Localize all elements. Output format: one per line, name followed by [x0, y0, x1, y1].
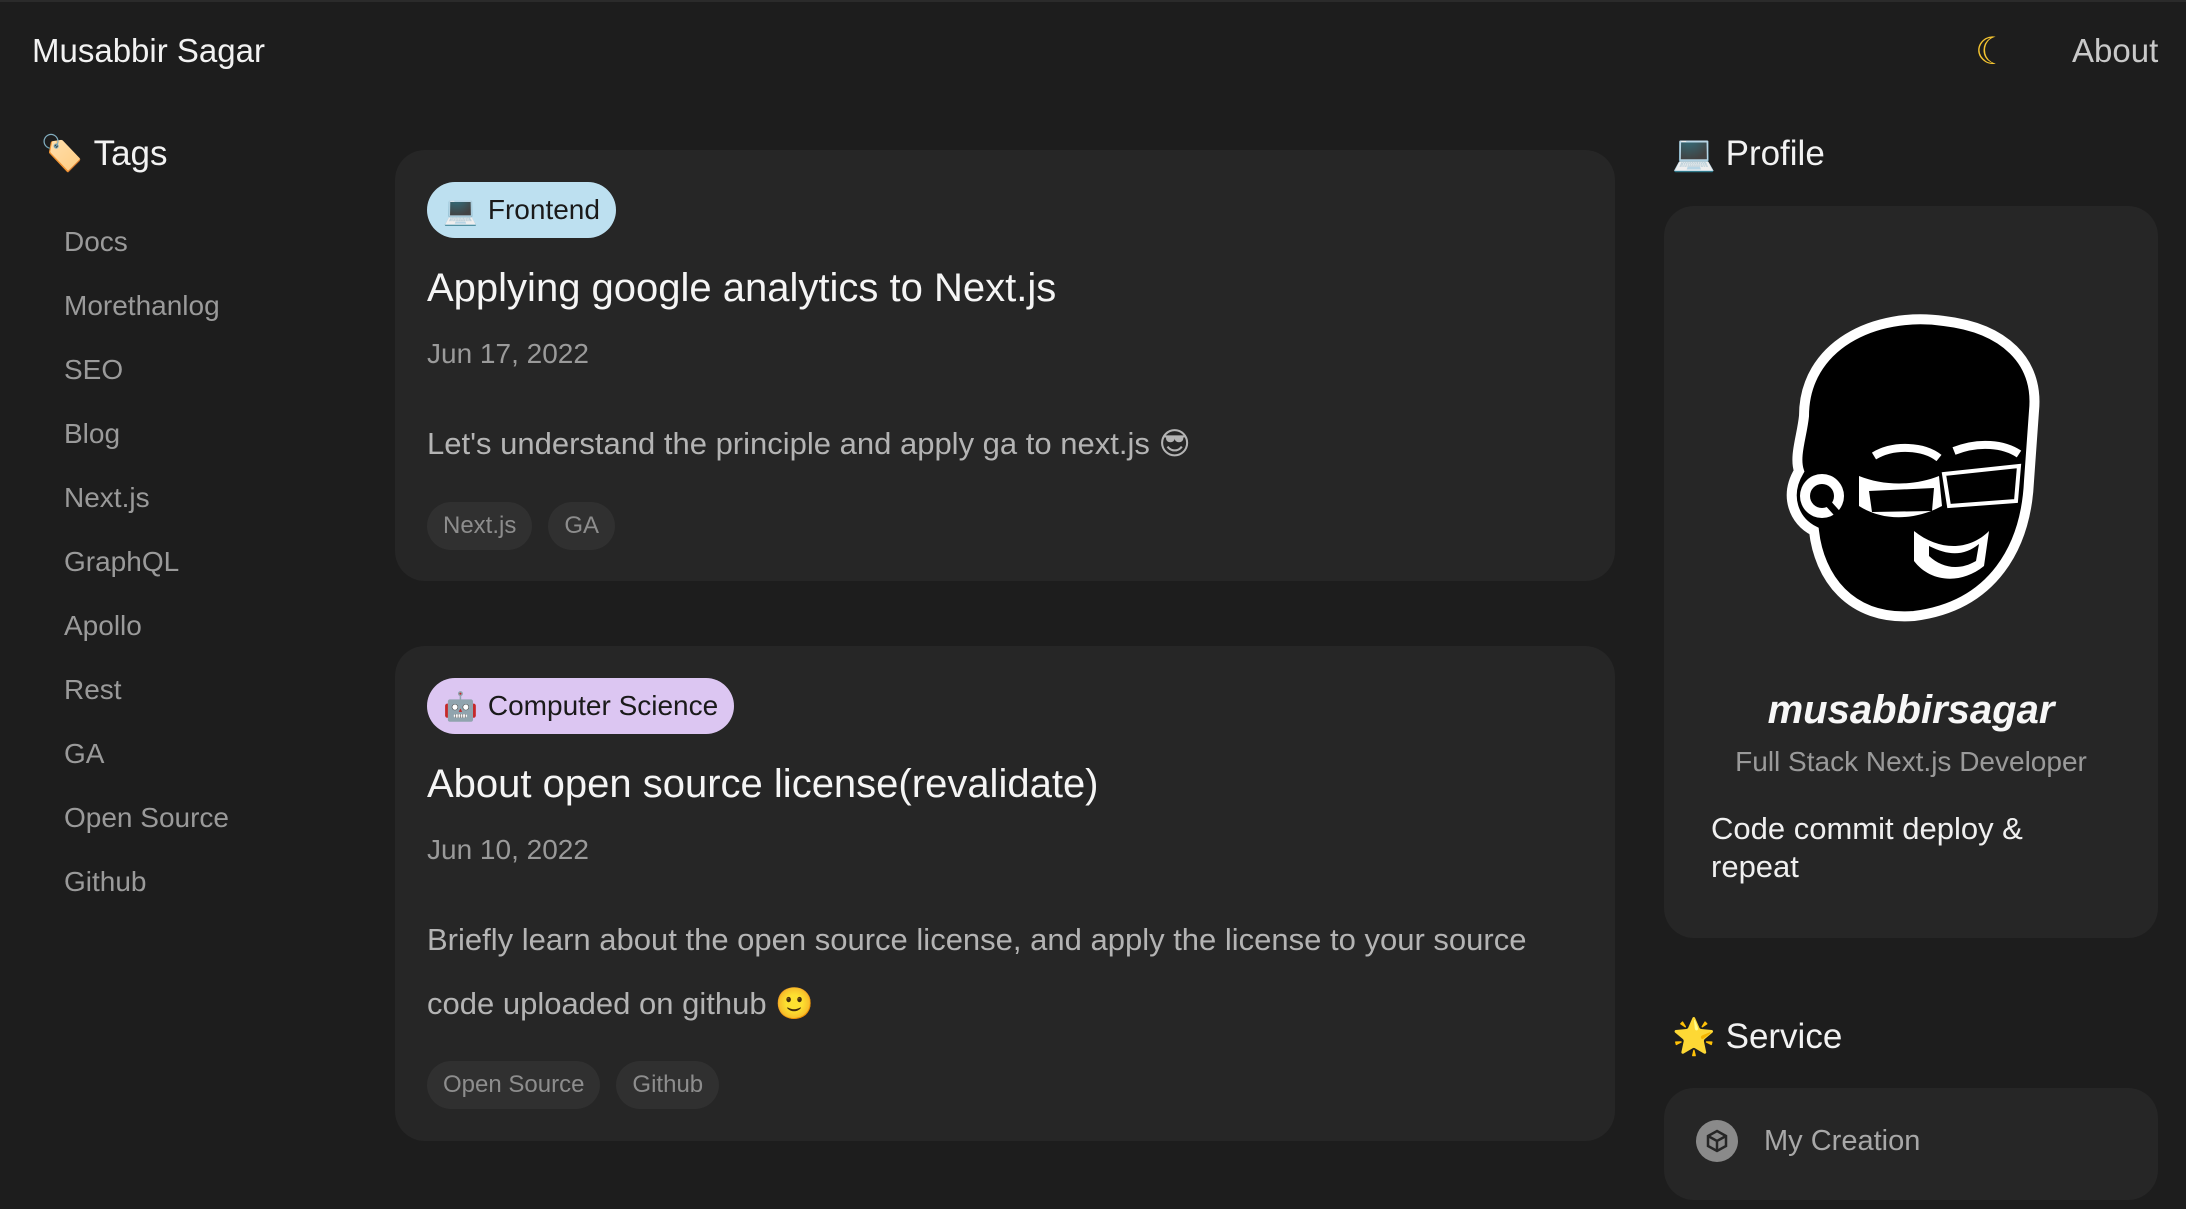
post-tags: Next.js GA [427, 502, 616, 550]
robot-icon: 🤖 [443, 690, 478, 722]
tag-chip[interactable]: Github [616, 1061, 720, 1109]
cube-icon [1696, 1120, 1738, 1162]
post-card[interactable]: 🤖 Computer Science About open source lic… [395, 646, 1615, 1141]
tags-title: Tags [93, 133, 168, 173]
moon-icon[interactable]: ☾ [1975, 29, 2009, 74]
profile-title: Profile [1725, 133, 1825, 173]
post-tags: Open Source Github [427, 1061, 720, 1109]
service-title: Service [1725, 1016, 1843, 1056]
about-link[interactable]: About [2072, 32, 2158, 70]
profile-name: musabbirsagar [1767, 688, 2055, 732]
avatar [1786, 314, 2040, 622]
profile-heading: 💻 Profile [1672, 133, 1825, 174]
post-title[interactable]: About open source license(revalidate) [427, 762, 1099, 807]
post-date: Jun 17, 2022 [427, 338, 589, 369]
tag-item-rest[interactable]: Rest [64, 672, 229, 736]
tag-item-blog[interactable]: Blog [64, 416, 229, 480]
tag-item-seo[interactable]: SEO [64, 352, 229, 416]
profile-motto: Code commit deploy & repeat [1711, 811, 2023, 884]
tag-item-ga[interactable]: GA [64, 736, 229, 800]
tag-item-morethanlog[interactable]: Morethanlog [64, 288, 229, 352]
service-item-my-creation[interactable]: My Creation [1696, 1120, 1920, 1162]
tag-item-github[interactable]: Github [64, 864, 229, 928]
category-badge[interactable]: 🤖 Computer Science [427, 678, 735, 734]
post-summary: Briefly learn about the open source lice… [427, 922, 1527, 1021]
post-card[interactable]: 💻 Frontend Applying google analytics to … [395, 150, 1615, 581]
profile-card: musabbirsagar Full Stack Next.js Develop… [1664, 206, 2158, 938]
post-summary: Let's understand the principle and apply… [427, 426, 1191, 461]
category-label: Computer Science [487, 690, 719, 721]
laptop-icon: 💻 [1672, 134, 1716, 173]
top-navbar: Musabbir Sagar ☾ About [0, 0, 2186, 100]
tags-heading: 🏷️ Tags [40, 133, 168, 174]
laptop-icon: 💻 [443, 194, 478, 226]
category-label: Frontend [487, 194, 600, 225]
post-date: Jun 10, 2022 [427, 834, 589, 865]
tag-item-open-source[interactable]: Open Source [64, 800, 229, 864]
tag-chip[interactable]: GA [548, 502, 616, 550]
tag-item-apollo[interactable]: Apollo [64, 608, 229, 672]
service-card: My Creation [1664, 1088, 2158, 1200]
post-title[interactable]: Applying google analytics to Next.js [427, 266, 1056, 311]
tag-chip[interactable]: Next.js [427, 502, 533, 550]
profile-role: Full Stack Next.js Developer [1735, 746, 2087, 777]
star-icon: 🌟 [1672, 1017, 1716, 1056]
tag-icon: 🏷️ [40, 134, 84, 173]
tag-item-graphql[interactable]: GraphQL [64, 544, 229, 608]
service-label: My Creation [1764, 1124, 1921, 1157]
tags-list: Docs Morethanlog SEO Blog Next.js GraphQ… [64, 224, 229, 928]
tag-item-docs[interactable]: Docs [64, 224, 229, 288]
category-badge[interactable]: 💻 Frontend [427, 182, 616, 238]
service-heading: 🌟 Service [1672, 1016, 1842, 1057]
brand-link[interactable]: Musabbir Sagar [32, 32, 265, 70]
tag-item-nextjs[interactable]: Next.js [64, 480, 229, 544]
tag-chip[interactable]: Open Source [427, 1061, 601, 1109]
